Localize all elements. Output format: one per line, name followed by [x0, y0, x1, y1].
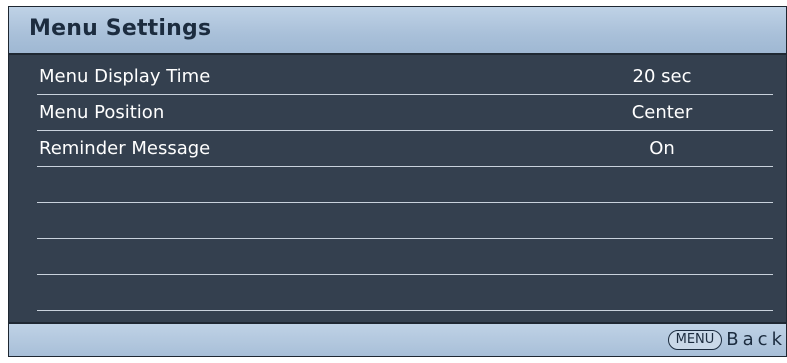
- setting-row-reminder-message[interactable]: Reminder Message On: [37, 131, 773, 167]
- back-button[interactable]: MENU Back: [667, 329, 786, 350]
- setting-value[interactable]: 20 sec: [577, 66, 747, 87]
- settings-list: Menu Display Time 20 sec Menu Position C…: [37, 59, 773, 311]
- empty-row: [37, 275, 773, 311]
- setting-label: Menu Position: [39, 102, 165, 123]
- setting-label: Menu Display Time: [39, 66, 211, 87]
- menu-settings-panel: Menu Settings Menu Display Time 20 sec M…: [8, 6, 787, 357]
- setting-label: Reminder Message: [39, 138, 211, 159]
- setting-value[interactable]: Center: [577, 102, 747, 123]
- setting-row-menu-position[interactable]: Menu Position Center: [37, 95, 773, 131]
- back-label: Back: [726, 329, 786, 350]
- setting-value[interactable]: On: [577, 138, 747, 159]
- menu-key-icon: MENU: [667, 329, 723, 350]
- panel-header: Menu Settings: [9, 7, 786, 55]
- empty-row: [37, 167, 773, 203]
- setting-row-menu-display-time[interactable]: Menu Display Time 20 sec: [37, 59, 773, 95]
- panel-footer: MENU Back: [9, 322, 786, 356]
- empty-row: [37, 239, 773, 275]
- empty-row: [37, 203, 773, 239]
- page-title: Menu Settings: [29, 16, 212, 41]
